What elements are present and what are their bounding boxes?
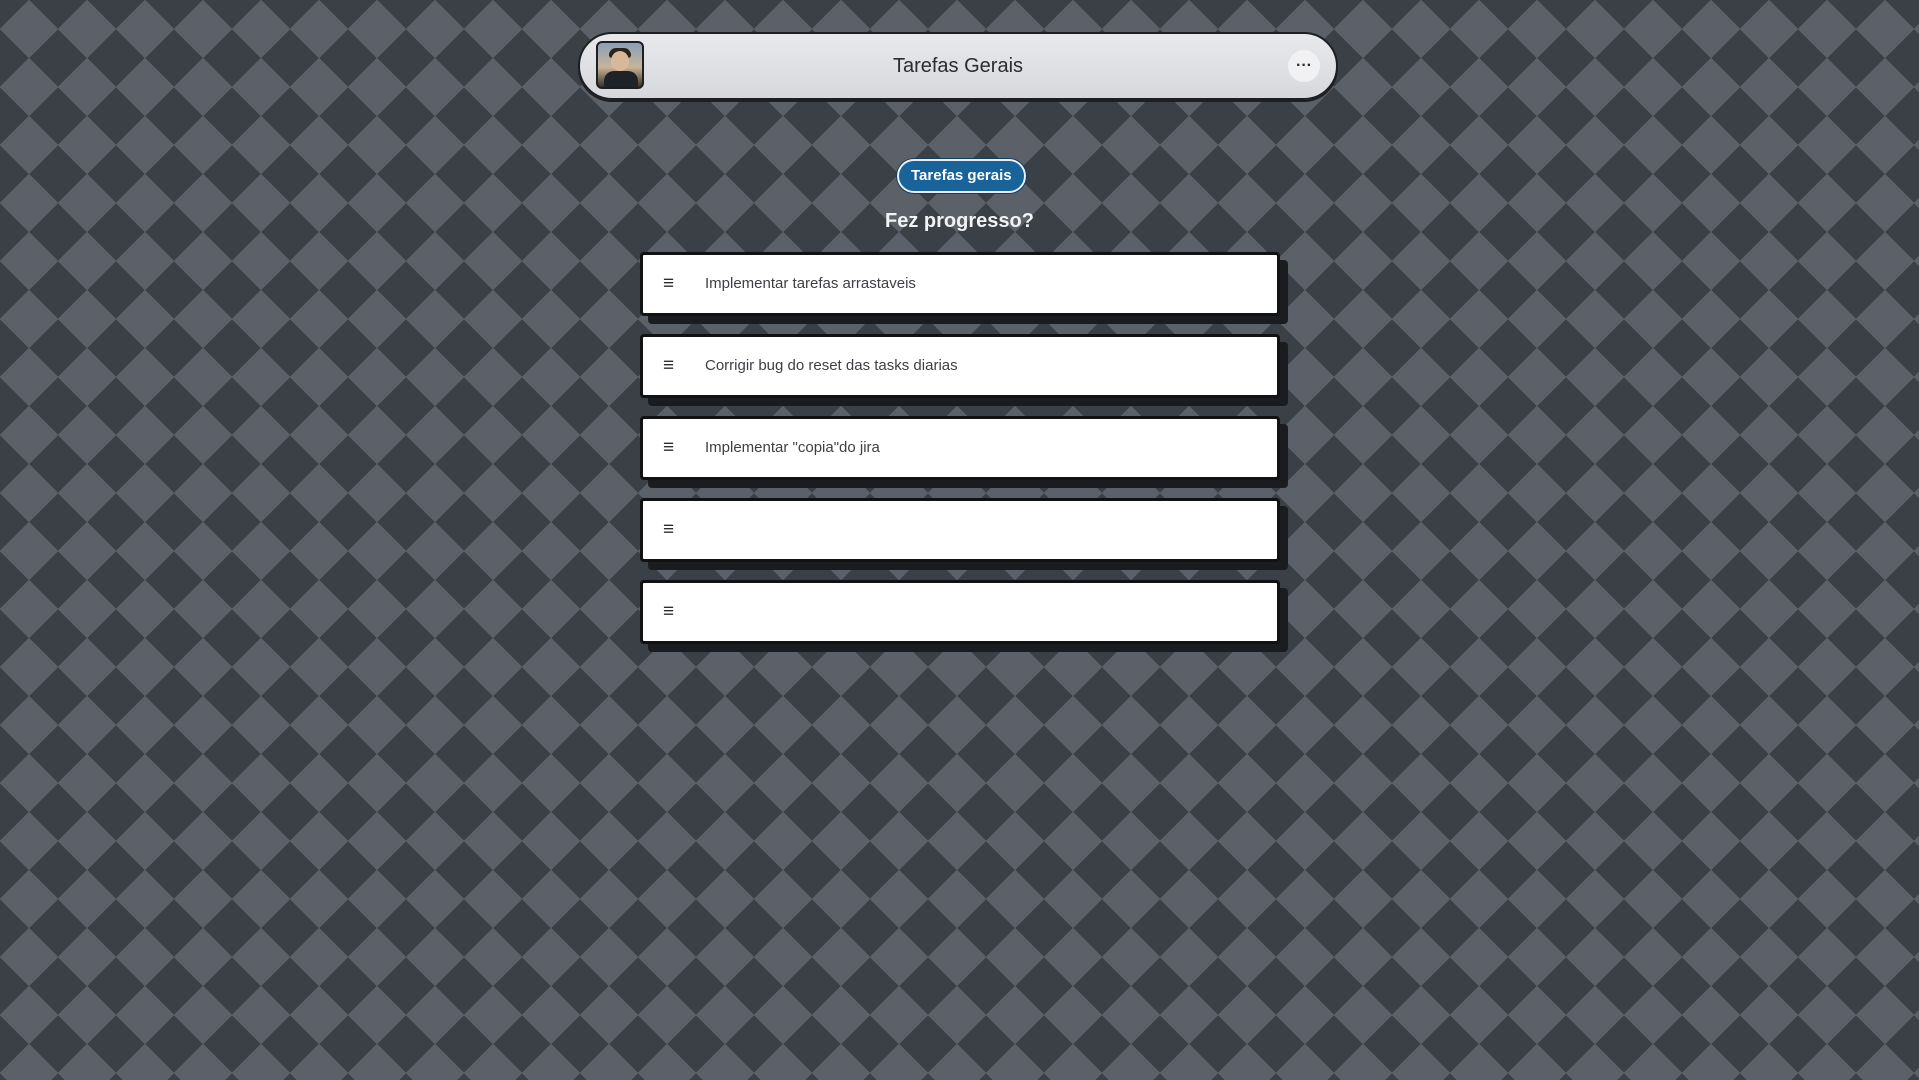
task-list: ≡ Implementar tarefas arrastaveis ≡ Corr…	[640, 252, 1280, 662]
top-bar: Tarefas Gerais ···	[578, 32, 1338, 100]
task-label: Implementar "copia"do jira	[705, 439, 880, 456]
drag-handle-icon[interactable]: ≡	[663, 501, 674, 559]
task-item[interactable]: ≡ Implementar "copia"do jira	[640, 416, 1280, 480]
task-item[interactable]: ≡ Implementar tarefas arrastaveis	[640, 252, 1280, 316]
task-label: Implementar tarefas arrastaveis	[705, 275, 916, 292]
drag-handle-icon[interactable]: ≡	[663, 337, 674, 395]
more-options-icon[interactable]: ···	[1288, 50, 1320, 82]
drag-handle-icon[interactable]: ≡	[663, 255, 674, 313]
progress-prompt: Fez progresso?	[885, 210, 1034, 232]
page-title: Tarefas Gerais	[892, 55, 1024, 77]
category-badge[interactable]: Tarefas gerais	[897, 159, 1026, 193]
task-item[interactable]: ≡ Corrigir bug do reset das tasks diaria…	[640, 334, 1280, 398]
task-item[interactable]: ≡	[640, 580, 1280, 644]
drag-handle-icon[interactable]: ≡	[663, 419, 674, 477]
drag-handle-icon[interactable]: ≡	[663, 583, 674, 641]
task-item[interactable]: ≡	[640, 498, 1280, 562]
task-label: Corrigir bug do reset das tasks diarias	[705, 357, 958, 374]
